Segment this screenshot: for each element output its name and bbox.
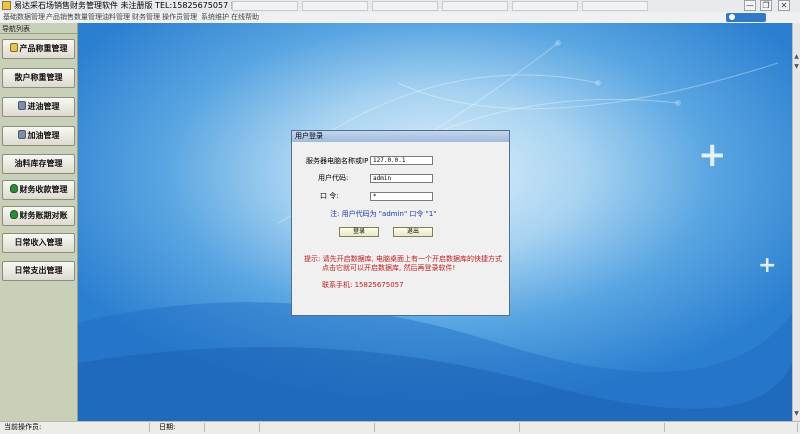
user-input[interactable]: admin [370,174,433,183]
scroll-down-icon[interactable]: ▼ [793,410,800,418]
menu-product-sales[interactable]: 产品销售数量管理 [46,12,102,23]
money-bag-icon [9,184,18,193]
sidebar-item-reconciliation[interactable]: 财务账期对账 [2,206,75,226]
minimize-button[interactable]: — [744,0,756,11]
taskbar-tab[interactable] [582,1,648,11]
login-hint: 注: 用户代码为 "admin" 口令 "1" [330,210,437,218]
sidebar: 导航列表 产品称重管理 散户称重管理 进油管理 加油管理 油料库存管理 财务收款… [0,23,78,421]
user-label: 用户代码: [318,174,349,182]
menu-help[interactable]: 在线帮助 [231,12,259,23]
money-bag-icon [9,210,18,219]
taskbar-tab[interactable] [512,1,578,11]
taskbar-tab[interactable] [442,1,508,11]
status-bar: 当前操作员: 日期: [0,421,800,434]
exit-button[interactable]: 退出 [393,227,433,237]
status-cell [380,423,520,432]
current-operator: 当前操作员: [0,423,150,432]
menu-system[interactable]: 系统维护 [201,12,229,23]
pen-icon [17,130,26,139]
server-label: 服务器电脑名称或IP [306,157,369,165]
date-label: 日期: [155,423,205,432]
close-button[interactable]: ✕ [778,0,790,11]
pen-icon [17,101,26,110]
status-cell [670,423,798,432]
vertical-scrollbar[interactable]: ▲ ▼ ▼ [792,23,800,421]
login-dialog: 用户登录 服务器电脑名称或IP 127.0.0.1 用户代码: admin 口 … [291,130,510,316]
sidebar-item-receipts[interactable]: 财务收款管理 [2,180,75,200]
password-label: 口 令: [320,192,339,200]
taskbar-tab[interactable] [302,1,368,11]
taskbar-tab[interactable] [372,1,438,11]
menu-finance[interactable]: 财务管理 [132,12,160,23]
sidebar-item-income[interactable]: 日常收入管理 [2,233,75,253]
document-icon [9,43,18,52]
taskbar-tab[interactable] [232,1,298,11]
scroll-up-icon[interactable]: ▲ [793,53,800,61]
browser-badge-icon[interactable] [726,13,766,22]
login-button[interactable]: 登录 [339,227,379,237]
dialog-title: 用户登录 [292,131,509,142]
status-cell [210,423,260,432]
sidebar-item-expense[interactable]: 日常支出管理 [2,261,75,281]
restore-button[interactable]: ❐ [760,0,772,11]
app-icon [2,1,11,10]
sidebar-item-refuel[interactable]: 加油管理 [2,126,75,146]
password-input[interactable]: * [370,192,433,201]
plus-icon: + [758,253,777,278]
menu-fuel[interactable]: 油料管理 [102,12,130,23]
server-input[interactable]: 127.0.0.1 [370,156,433,165]
sidebar-item-fuel-in[interactable]: 进油管理 [2,97,75,117]
menu-basic-data[interactable]: 基础数据管理 [3,12,45,23]
sidebar-item-fuel-stock[interactable]: 油料库存管理 [2,154,75,174]
status-cell [525,423,665,432]
sidebar-item-product-weighing[interactable]: 产品称重管理 [2,39,75,59]
sidebar-item-retail-weighing[interactable]: 散户称重管理 [2,68,75,88]
tip-line-2: 点击它就可以开启数据库, 然后再登录软件! [322,264,456,272]
status-cell [265,423,375,432]
contact-phone: 联系手机: 15825675057 [322,281,404,289]
plus-icon: + [698,135,727,175]
menu-operator[interactable]: 操作员管理 [162,12,197,23]
scroll-down-icon[interactable]: ▼ [793,63,800,71]
sidebar-title: 导航列表 [0,25,77,34]
